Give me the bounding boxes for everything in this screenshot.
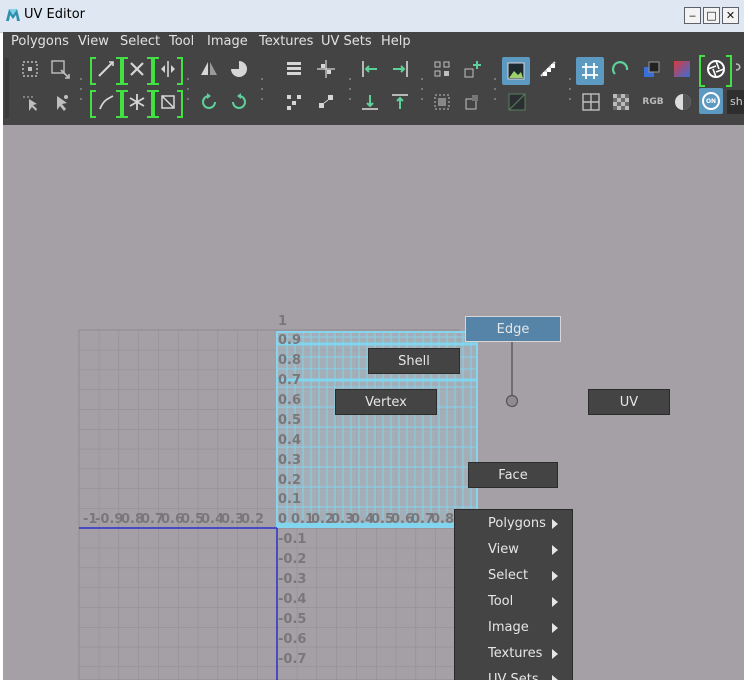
pixel-snap-icon[interactable] bbox=[429, 57, 455, 81]
align-right-icon[interactable] bbox=[387, 57, 413, 81]
alpha-sphere-icon[interactable] bbox=[670, 90, 696, 114]
marking-menu-vertex[interactable]: Vertex bbox=[335, 389, 437, 415]
rotate-ccw-icon[interactable] bbox=[196, 90, 222, 114]
rgb-label[interactable]: RGB bbox=[638, 90, 668, 114]
rgb-channels-icon[interactable] bbox=[669, 57, 695, 81]
minimize-button[interactable]: ‒ bbox=[684, 7, 701, 24]
toolbar-separator bbox=[79, 58, 83, 120]
maximize-icon: □ bbox=[706, 9, 717, 22]
green-bracket bbox=[177, 90, 183, 118]
select-uv-icon[interactable] bbox=[17, 57, 43, 81]
move-uv-icon[interactable] bbox=[47, 57, 73, 81]
toolbar-separator bbox=[493, 58, 497, 120]
context-menu-uv-sets[interactable]: UV Sets bbox=[488, 672, 539, 680]
submenu-arrow-icon bbox=[552, 649, 558, 659]
marking-menu-uv[interactable]: UV bbox=[588, 389, 670, 415]
marking-menu-edge[interactable]: Edge bbox=[465, 316, 561, 342]
submenu-arrow-icon bbox=[552, 675, 558, 680]
toolbar-separator bbox=[420, 58, 424, 120]
uv-viewport[interactable]: -1 -0.9 0.8 0.7 0.6 0.5 0.4 0.3 0.2 0 0.… bbox=[3, 125, 744, 680]
distribute-uv-icon[interactable] bbox=[281, 90, 307, 114]
toolbar: RGB ON sh bbox=[3, 52, 744, 125]
title-bar[interactable]: UV Editor ‒ □ ✕ bbox=[0, 0, 744, 33]
context-menu-tool[interactable]: Tool bbox=[488, 594, 513, 609]
marking-menu-face[interactable]: Face bbox=[468, 462, 558, 488]
menu-image[interactable]: Image bbox=[207, 34, 248, 49]
shaded-uv-icon[interactable] bbox=[429, 90, 455, 114]
checker-icon[interactable] bbox=[535, 57, 561, 81]
submenu-arrow-icon bbox=[552, 571, 558, 581]
toolbar-separator bbox=[260, 58, 264, 120]
lasso-select-icon[interactable] bbox=[17, 90, 43, 114]
menu-textures[interactable]: Textures bbox=[259, 34, 313, 49]
isolate-on-icon[interactable]: ON bbox=[699, 88, 723, 114]
close-icon: ✕ bbox=[725, 9, 736, 22]
context-menu-polygons[interactable]: Polygons bbox=[488, 516, 546, 531]
context-menu-view[interactable]: View bbox=[488, 542, 519, 557]
uv-grid-icon[interactable] bbox=[576, 57, 604, 85]
grid-toggle-icon[interactable] bbox=[578, 90, 604, 114]
maya-app-icon bbox=[5, 7, 21, 23]
display-alpha-icon[interactable] bbox=[639, 57, 665, 81]
minimize-icon: ‒ bbox=[689, 9, 696, 22]
menu-polygons[interactable]: Polygons bbox=[11, 34, 69, 49]
marking-menu-shell[interactable]: Shell bbox=[368, 348, 460, 374]
more-icon[interactable] bbox=[733, 57, 744, 81]
green-bracket bbox=[177, 57, 183, 85]
texture-border-icon[interactable] bbox=[460, 57, 486, 81]
green-bracket bbox=[726, 55, 732, 87]
snap-uv-icon[interactable] bbox=[313, 90, 339, 114]
checker-tiles-icon[interactable] bbox=[608, 90, 634, 114]
menu-tool[interactable]: Tool bbox=[169, 34, 194, 49]
image-display-icon[interactable] bbox=[502, 57, 530, 85]
context-menu: Polygons View Select Tool Image Textures… bbox=[454, 509, 573, 680]
align-bottom-icon[interactable] bbox=[357, 90, 383, 114]
submenu-arrow-icon bbox=[552, 597, 558, 607]
menu-select[interactable]: Select bbox=[120, 34, 160, 49]
submenu-arrow-icon bbox=[552, 519, 558, 529]
window-title: UV Editor bbox=[24, 7, 86, 22]
close-button[interactable]: ✕ bbox=[722, 7, 739, 24]
menu-help[interactable]: Help bbox=[381, 34, 411, 49]
filter-icon[interactable] bbox=[608, 57, 634, 81]
tweak-select-icon[interactable] bbox=[47, 90, 73, 114]
distortion-icon[interactable] bbox=[460, 90, 486, 114]
context-menu-image[interactable]: Image bbox=[488, 620, 529, 635]
toolbar-drag-handle[interactable] bbox=[5, 58, 9, 118]
context-menu-textures[interactable]: Textures bbox=[488, 646, 542, 661]
maximize-button[interactable]: □ bbox=[703, 7, 720, 24]
rotate-cw-icon[interactable] bbox=[226, 90, 252, 114]
toolbar-separator bbox=[348, 58, 352, 120]
toolbar-separator bbox=[568, 58, 572, 120]
context-menu-select[interactable]: Select bbox=[488, 568, 528, 583]
rotate-uv-icon[interactable] bbox=[226, 57, 252, 81]
flip-uv-icon[interactable] bbox=[196, 57, 222, 81]
align-uv-icon[interactable] bbox=[313, 57, 339, 81]
menu-uv-sets[interactable]: UV Sets bbox=[321, 34, 372, 49]
toolbar-overflow-tab[interactable]: sh bbox=[727, 90, 744, 114]
submenu-arrow-icon bbox=[552, 545, 558, 555]
submenu-arrow-icon bbox=[552, 623, 558, 633]
align-left-icon[interactable] bbox=[357, 57, 383, 81]
on-label: ON bbox=[702, 92, 720, 110]
menu-bar: Polygons View Select Tool Image Textures… bbox=[3, 32, 744, 52]
dim-image-icon[interactable] bbox=[504, 90, 530, 114]
menu-view[interactable]: View bbox=[78, 34, 109, 49]
toolbar-separator bbox=[186, 58, 190, 120]
stack-uv-icon[interactable] bbox=[281, 57, 307, 81]
align-top-icon[interactable] bbox=[387, 90, 413, 114]
